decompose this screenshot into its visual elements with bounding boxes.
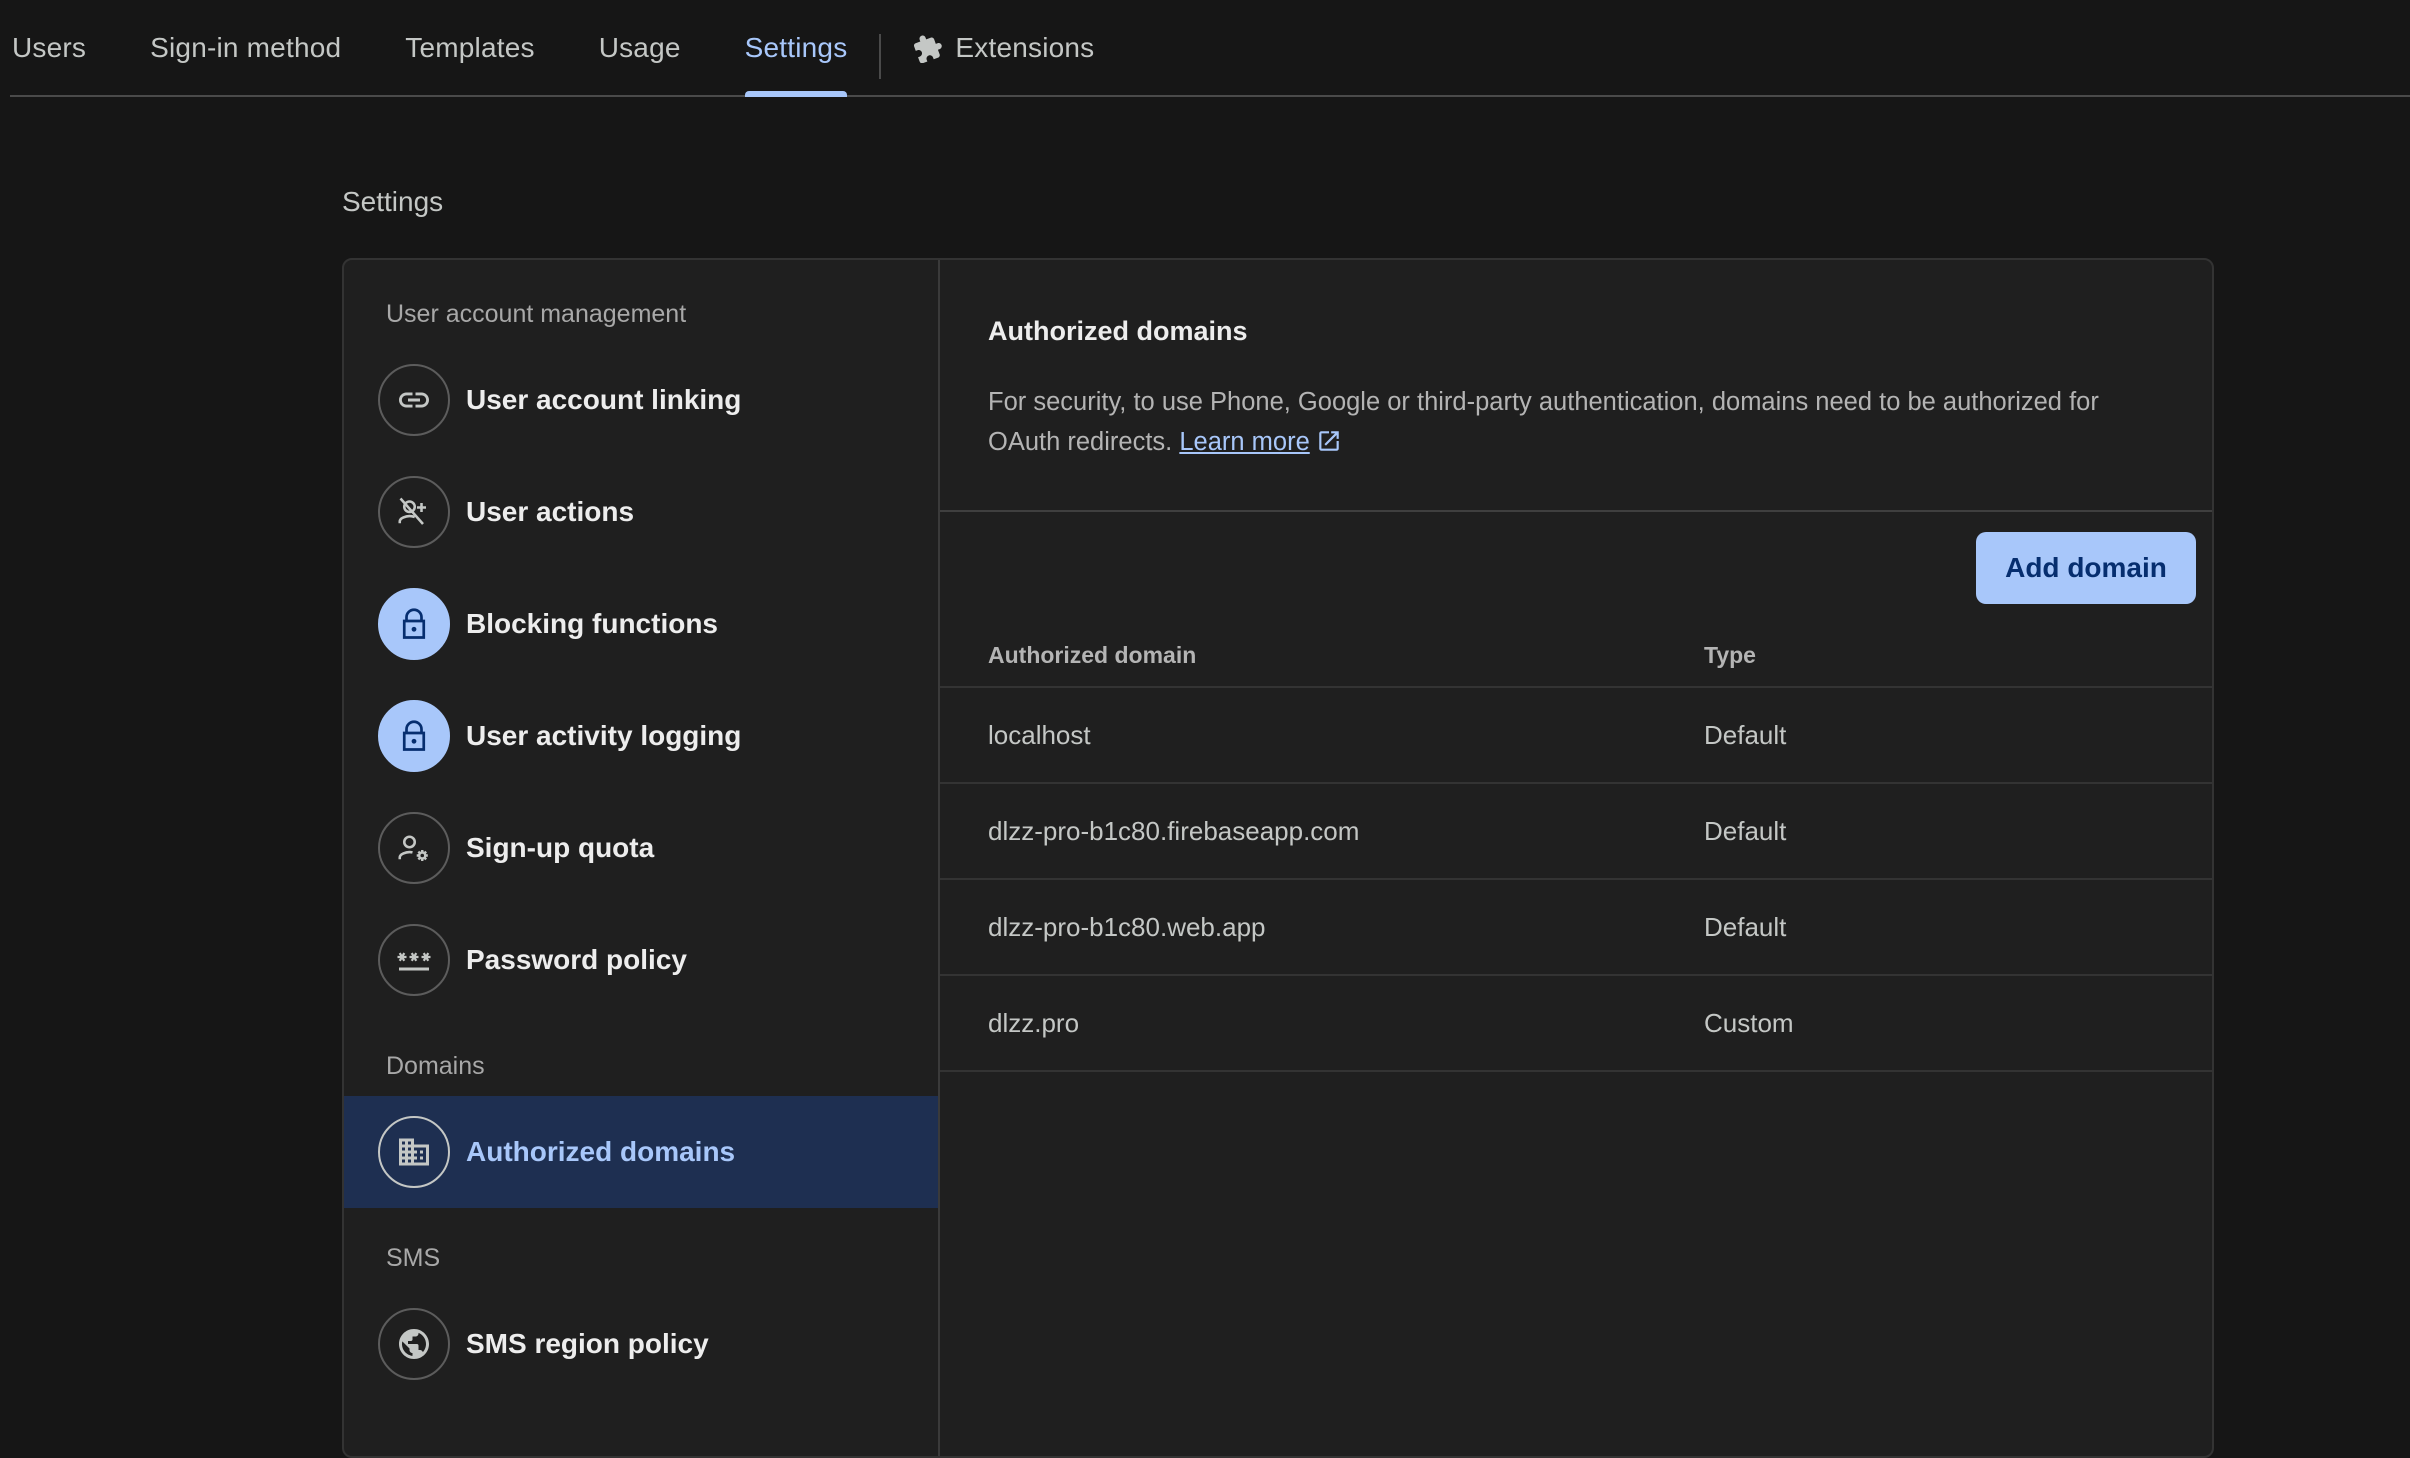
domain-icon bbox=[378, 1116, 450, 1188]
authorized-domains-table: Authorized domain Type localhost Default… bbox=[940, 624, 2212, 1072]
sidebar-item-label: User account linking bbox=[466, 384, 742, 415]
tab-label: Usage bbox=[598, 31, 681, 63]
sidebar-item-label: SMS region policy bbox=[466, 1328, 709, 1359]
panel-description: For security, to use Phone, Google or th… bbox=[988, 382, 2138, 462]
tab-settings[interactable]: Settings bbox=[713, 0, 880, 97]
section-header-domains: Domains bbox=[386, 1052, 485, 1080]
sidebar-item-label: Authorized domains bbox=[466, 1136, 736, 1167]
sidebar-item-label: User actions bbox=[466, 496, 635, 527]
puzzle-piece-icon bbox=[914, 35, 943, 63]
table-row[interactable]: dlzz-pro-b1c80.firebaseapp.com Default bbox=[940, 784, 2212, 880]
person-gear-icon bbox=[378, 812, 450, 884]
top-tab-bar: Users Sign-in method Templates Usage Set… bbox=[10, 0, 2410, 97]
tab-sign-in-method[interactable]: Sign-in method bbox=[118, 0, 373, 95]
tab-label: Sign-in method bbox=[150, 31, 342, 63]
page-title: Settings bbox=[342, 186, 444, 217]
section-header-sms: SMS bbox=[386, 1244, 441, 1272]
sidebar-item-label: Password policy bbox=[466, 944, 687, 975]
lock-icon bbox=[378, 700, 450, 772]
type-cell: Default bbox=[1704, 911, 1787, 942]
tab-usage[interactable]: Usage bbox=[567, 0, 713, 95]
domain-cell: dlzz-pro-b1c80.web.app bbox=[988, 911, 1266, 942]
learn-more-link[interactable]: Learn more bbox=[1179, 428, 1341, 456]
tab-label: Settings bbox=[744, 31, 848, 63]
column-header-type: Type bbox=[1704, 641, 1756, 668]
tab-templates[interactable]: Templates bbox=[373, 0, 566, 95]
open-in-new-icon bbox=[1319, 431, 1339, 451]
sidebar-item-label: Sign-up quota bbox=[466, 832, 655, 863]
tab-users[interactable]: Users bbox=[10, 0, 118, 95]
table-row[interactable]: dlzz.pro Custom bbox=[940, 976, 2212, 1072]
sidebar-item-label: User activity logging bbox=[466, 720, 742, 751]
settings-sidebar: User account management User account lin… bbox=[344, 260, 940, 1456]
type-cell: Custom bbox=[1704, 1007, 1794, 1038]
sidebar-item-authorized-domains[interactable]: Authorized domains bbox=[344, 1096, 938, 1208]
domain-cell: dlzz-pro-b1c80.firebaseapp.com bbox=[988, 815, 1360, 846]
table-row[interactable]: localhost Default bbox=[940, 688, 2212, 784]
divider bbox=[940, 510, 2212, 512]
domain-cell: dlzz.pro bbox=[988, 1007, 1080, 1038]
learn-more-label: Learn more bbox=[1179, 428, 1310, 456]
domain-cell: localhost bbox=[988, 719, 1091, 750]
section-header-user-account-management: User account management bbox=[386, 300, 687, 328]
sidebar-item-sms-region-policy[interactable]: SMS region policy bbox=[344, 1288, 938, 1400]
settings-card: User account management User account lin… bbox=[342, 258, 2214, 1458]
column-header-authorized-domain: Authorized domain bbox=[988, 641, 1197, 668]
sidebar-item-user-account-linking[interactable]: User account linking bbox=[344, 344, 938, 456]
tab-extensions[interactable]: Extensions bbox=[881, 0, 1126, 95]
type-cell: Default bbox=[1704, 815, 1787, 846]
tab-label: Users bbox=[12, 31, 87, 63]
person-off-icon bbox=[378, 476, 450, 548]
lock-icon bbox=[378, 588, 450, 660]
tab-label: Extensions bbox=[955, 31, 1095, 63]
password-icon bbox=[378, 924, 450, 996]
table-row[interactable]: dlzz-pro-b1c80.web.app Default bbox=[940, 880, 2212, 976]
sidebar-item-label: Blocking functions bbox=[466, 608, 718, 639]
tab-label: Templates bbox=[405, 31, 535, 63]
tabs: Users Sign-in method Templates Usage Set… bbox=[10, 0, 1126, 97]
sidebar-item-user-actions[interactable]: User actions bbox=[344, 456, 938, 568]
sidebar-item-password-policy[interactable]: Password policy bbox=[344, 904, 938, 1016]
table-header: Authorized domain Type bbox=[940, 624, 2212, 688]
sidebar-item-sign-up-quota[interactable]: Sign-up quota bbox=[344, 792, 938, 904]
sidebar-item-blocking-functions[interactable]: Blocking functions bbox=[344, 568, 938, 680]
description-text: For security, to use Phone, Google or th… bbox=[988, 388, 2099, 456]
add-domain-button[interactable]: Add domain bbox=[1976, 532, 2196, 604]
authorized-domains-panel: Authorized domains For security, to use … bbox=[940, 260, 2212, 1456]
sidebar-item-user-activity-logging[interactable]: User activity logging bbox=[344, 680, 938, 792]
type-cell: Default bbox=[1704, 719, 1787, 750]
panel-title: Authorized domains bbox=[988, 316, 1248, 346]
link-icon bbox=[378, 364, 450, 436]
globe-icon bbox=[378, 1308, 450, 1380]
